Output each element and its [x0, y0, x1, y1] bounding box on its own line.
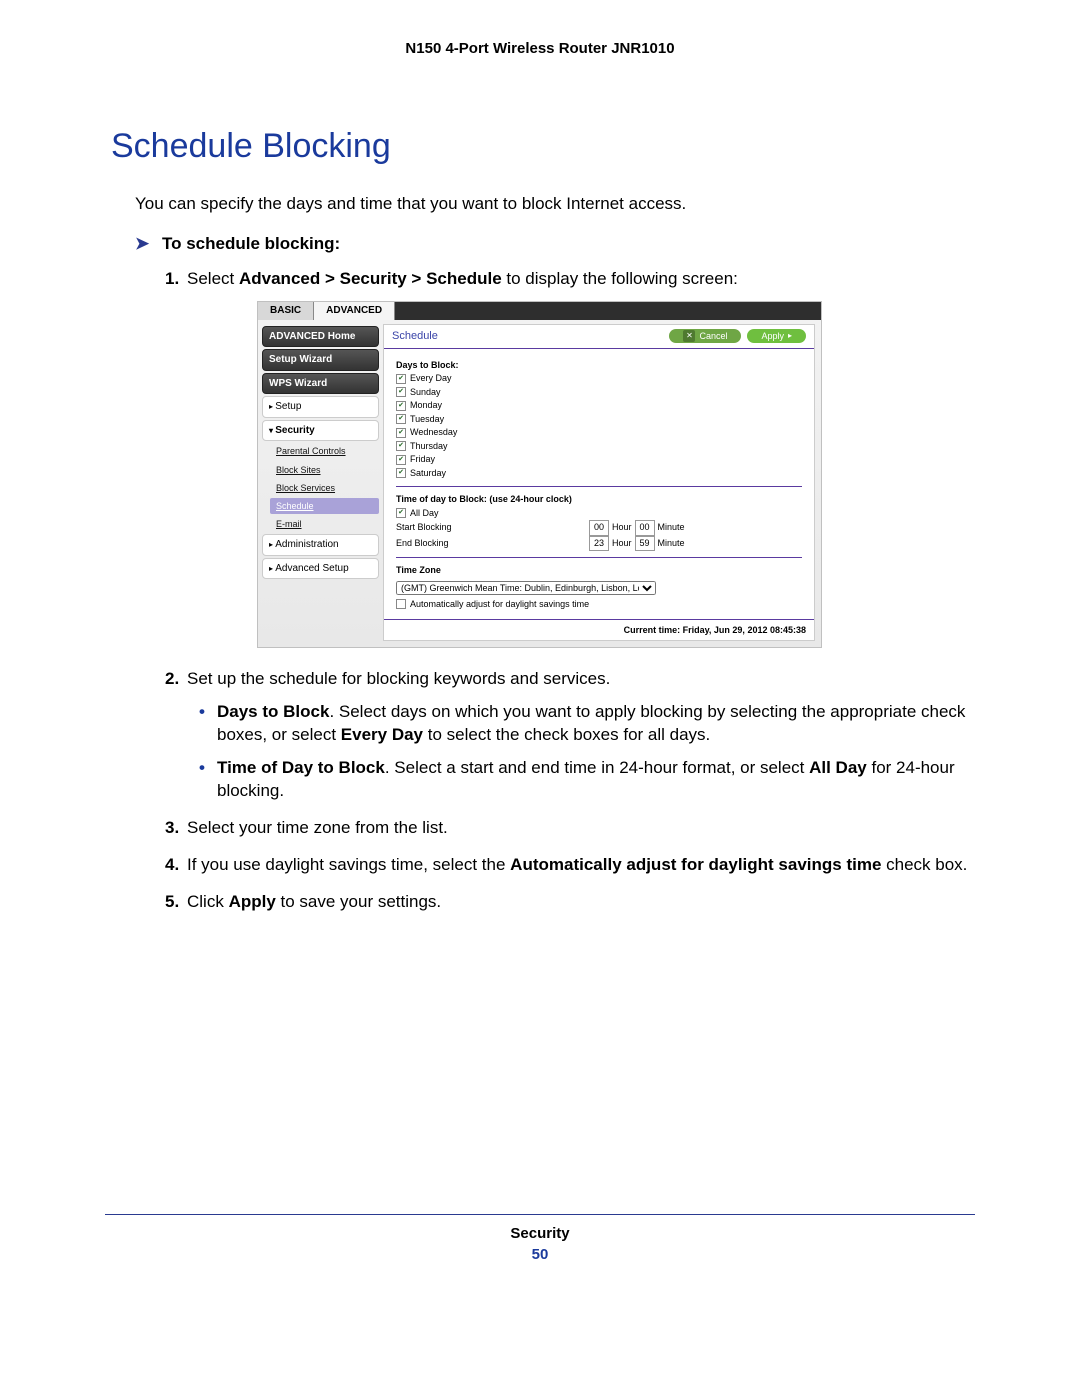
chk-dst[interactable] — [396, 599, 406, 609]
sidebar-item-wps-wizard[interactable]: WPS Wizard — [262, 373, 379, 395]
embedded-screenshot: BASIC ADVANCED ADVANCED Home Setup Wizar… — [257, 301, 822, 648]
footer-page-number: 50 — [105, 1246, 975, 1263]
arrow-icon: ➤ — [135, 234, 149, 253]
days-to-block-label: Days to Block: — [396, 359, 802, 373]
timezone-label: Time Zone — [396, 564, 802, 578]
step-1: 1.Select Advanced > Security > Schedule … — [165, 268, 975, 648]
start-blocking-label: Start Blocking — [396, 521, 586, 535]
timezone-select[interactable]: (GMT) Greenwich Mean Time: Dublin, Edinb… — [396, 581, 656, 595]
end-min-input[interactable]: 59 — [635, 536, 655, 552]
step-3: 3.Select your time zone from the list. — [165, 817, 975, 840]
end-hour-input[interactable]: 23 — [589, 536, 609, 552]
bullet-days: Days to Block. Select days on which you … — [199, 701, 975, 747]
step-4: 4.If you use daylight savings time, sele… — [165, 854, 975, 877]
chk-sunday[interactable] — [396, 387, 406, 397]
start-hour-input[interactable]: 00 — [589, 520, 609, 536]
time-to-block-label: Time of day to Block: (use 24-hour clock… — [396, 493, 802, 507]
page-title: Schedule Blocking — [105, 127, 975, 166]
intro-text: You can specify the days and time that y… — [105, 194, 975, 214]
cancel-button[interactable]: ✕Cancel — [669, 329, 741, 343]
chk-wednesday[interactable] — [396, 428, 406, 438]
close-icon: ✕ — [683, 330, 695, 342]
procedure-label: To schedule blocking: — [162, 234, 340, 253]
sidebar-item-advanced-setup[interactable]: Advanced Setup — [262, 558, 379, 580]
sidebar-sub-schedule[interactable]: Schedule — [270, 498, 379, 514]
start-min-input[interactable]: 00 — [635, 520, 655, 536]
content-title: Schedule — [392, 329, 438, 344]
sidebar-sub-parental[interactable]: Parental Controls — [270, 443, 379, 459]
chk-allday[interactable] — [396, 508, 406, 518]
chk-friday[interactable] — [396, 455, 406, 465]
running-header: N150 4-Port Wireless Router JNR1010 — [105, 40, 975, 57]
tab-advanced[interactable]: ADVANCED — [314, 302, 395, 320]
step-5: 5.Click Apply to save your settings. — [165, 891, 975, 914]
chk-everyday[interactable] — [396, 374, 406, 384]
sidebar-item-setup[interactable]: Setup — [262, 396, 379, 418]
apply-button[interactable]: Apply▸ — [747, 329, 806, 343]
tab-basic[interactable]: BASIC — [258, 302, 314, 320]
procedure-heading: ➤ To schedule blocking: — [105, 234, 975, 254]
chevron-right-icon: ▸ — [788, 331, 792, 342]
sidebar-item-security[interactable]: Security — [262, 420, 379, 442]
sidebar-sub-block-sites[interactable]: Block Sites — [270, 462, 379, 478]
content-pane: Schedule ✕Cancel Apply▸ Days to Block: E… — [383, 324, 815, 641]
step-2: 2.Set up the schedule for blocking keywo… — [165, 668, 975, 803]
footer-section: Security — [105, 1225, 975, 1242]
end-blocking-label: End Blocking — [396, 537, 586, 551]
sidebar: ADVANCED Home Setup Wizard WPS Wizard Se… — [258, 320, 383, 647]
chk-tuesday[interactable] — [396, 414, 406, 424]
chk-monday[interactable] — [396, 401, 406, 411]
page-footer: Security 50 — [105, 1214, 975, 1263]
sidebar-item-administration[interactable]: Administration — [262, 534, 379, 556]
chk-saturday[interactable] — [396, 468, 406, 478]
chk-thursday[interactable] — [396, 441, 406, 451]
bullet-time: Time of Day to Block. Select a start and… — [199, 757, 975, 803]
sidebar-item-advanced-home[interactable]: ADVANCED Home — [262, 326, 379, 348]
sidebar-sub-block-services[interactable]: Block Services — [270, 480, 379, 496]
current-time: Current time: Friday, Jun 29, 2012 08:45… — [384, 619, 814, 640]
sidebar-item-setup-wizard[interactable]: Setup Wizard — [262, 349, 379, 371]
sidebar-sub-email[interactable]: E-mail — [270, 516, 379, 532]
